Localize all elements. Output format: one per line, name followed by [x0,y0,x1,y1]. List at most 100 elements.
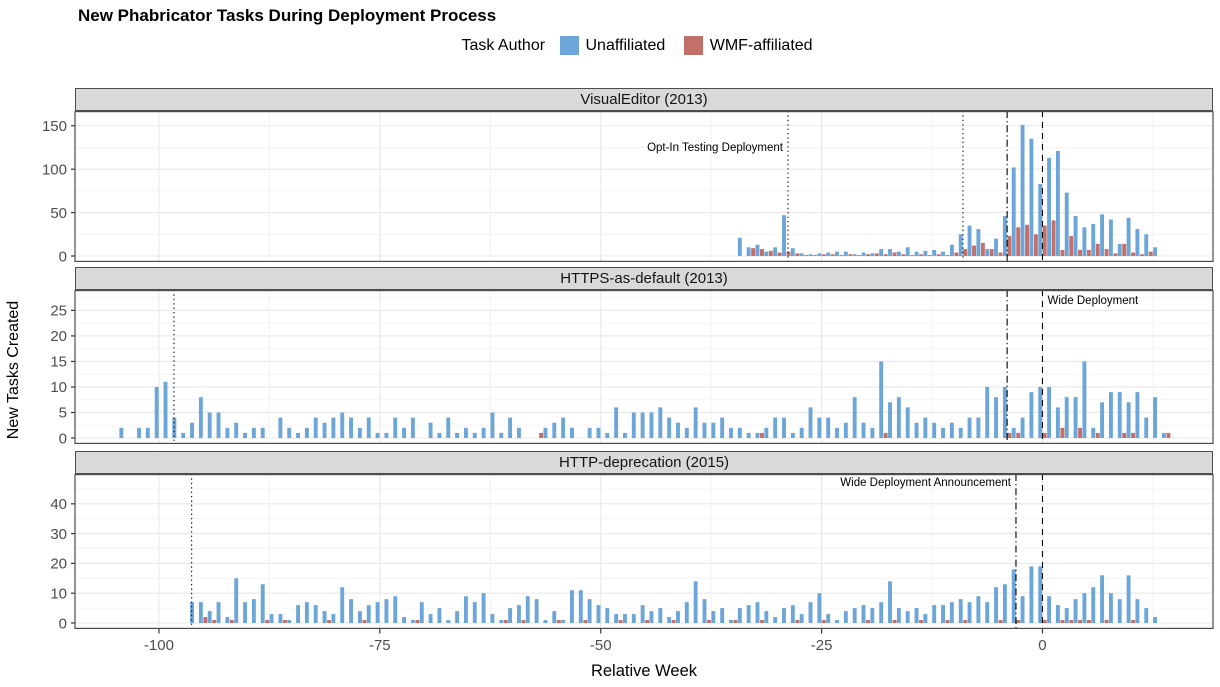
bar-wmf-affiliated [1166,433,1170,438]
bar-unaffiliated [667,617,671,623]
bar-unaffiliated [1100,575,1104,623]
legend: Task Author Unaffiliated WMF-affiliated [75,36,1213,55]
bar-unaffiliated [146,428,150,438]
bar-unaffiliated [685,602,689,623]
bar-unaffiliated [1127,218,1131,256]
bar-unaffiliated [879,602,883,623]
bar-unaffiliated [764,252,768,256]
bar-unaffiliated [1065,608,1069,623]
bar-wmf-affiliated [1060,620,1064,623]
bar-unaffiliated [508,418,512,438]
bar-unaffiliated [976,418,980,438]
legend-label-unaffiliated: Unaffiliated [586,37,666,55]
bar-unaffiliated [1021,125,1025,256]
y-tick-label: 0 [59,615,67,629]
bar-unaffiliated [278,418,282,438]
bar-unaffiliated [543,428,547,438]
bar-unaffiliated [358,428,362,438]
bar-unaffiliated [552,611,556,623]
bar-unaffiliated [782,608,786,623]
bar-unaffiliated [641,412,645,438]
bar-wmf-affiliated [583,620,587,623]
x-axis-title: Relative Week [591,662,698,680]
bar-unaffiliated [1109,593,1113,623]
bar-wmf-affiliated [1069,236,1073,256]
bar-unaffiliated [1144,418,1148,438]
bar-unaffiliated [1047,158,1051,256]
bar-unaffiliated [950,245,954,256]
bar-unaffiliated [685,428,689,438]
bar-unaffiliated [817,253,821,256]
bar-unaffiliated [261,428,265,438]
bar-wmf-affiliated [1078,250,1082,256]
y-tick-label: 20 [50,556,67,573]
bar-unaffiliated [950,602,954,623]
bar-unaffiliated [791,248,795,256]
bar-wmf-affiliated [1131,253,1135,256]
bar-unaffiliated [853,254,857,256]
bar-unaffiliated [499,620,503,623]
facet-strip-http-deprecation: HTTP-deprecation (2015) [75,451,1213,474]
y-tick-label: 0 [59,430,67,444]
bar-wmf-affiliated [1096,244,1100,256]
bar-unaffiliated [411,418,415,438]
bar-unaffiliated [1029,566,1033,623]
bar-unaffiliated [985,387,989,438]
bar-unaffiliated [941,252,945,256]
bar-unaffiliated [464,596,468,623]
bar-unaffiliated [1065,193,1069,256]
bar-unaffiliated [1003,584,1007,623]
bar-wmf-affiliated [946,255,950,256]
bar-unaffiliated [994,239,998,256]
bar-unaffiliated [199,397,203,438]
bar-wmf-affiliated [875,253,879,256]
bar-unaffiliated [844,611,848,623]
bar-unaffiliated [897,252,901,256]
y-tick-label: 30 [50,526,67,543]
bar-unaffiliated [217,412,221,438]
bar-unaffiliated [1091,428,1095,438]
bar-wmf-affiliated [265,620,269,623]
bar-unaffiliated [641,605,645,623]
bar-unaffiliated [817,418,821,438]
bar-unaffiliated [1074,216,1078,256]
bar-unaffiliated [155,387,159,438]
bar-unaffiliated [968,418,972,438]
bar-unaffiliated [252,428,256,438]
bar-wmf-affiliated [760,249,764,256]
bar-unaffiliated [773,617,777,623]
bar-unaffiliated [711,423,715,438]
bar-wmf-affiliated [866,620,870,623]
bar-unaffiliated [632,614,636,623]
bar-wmf-affiliated [230,620,234,623]
bar-unaffiliated [1118,244,1122,256]
x-tick-label: -100 [144,637,174,654]
bar-unaffiliated [367,418,371,438]
bar-unaffiliated [1091,587,1095,623]
bar-unaffiliated [1153,617,1157,623]
event-annotation: Opt-In Testing Deployment [647,142,784,154]
bar-unaffiliated [234,578,238,623]
bar-unaffiliated [137,428,141,438]
bar-unaffiliated [809,254,813,256]
bar-unaffiliated [756,245,760,256]
bar-unaffiliated [826,253,830,256]
bar-unaffiliated [1100,402,1104,438]
bar-wmf-affiliated [1105,249,1109,256]
bar-unaffiliated [367,605,371,623]
bar-unaffiliated [499,433,503,438]
bar-unaffiliated [773,247,777,256]
bar-wmf-affiliated [283,620,287,623]
chart-root: New Phabricator Tasks During Deployment … [0,0,1220,687]
bars [190,566,1157,623]
bar-unaffiliated [411,620,415,623]
bar-unaffiliated [1074,599,1078,623]
bar-unaffiliated [711,611,715,623]
bar-unaffiliated [270,614,274,623]
bar-wmf-affiliated [521,620,525,623]
bar-unaffiliated [190,423,194,438]
bar-wmf-affiliated [813,255,817,256]
bar-unaffiliated [1100,214,1104,256]
bar-unaffiliated [234,423,238,438]
bar-unaffiliated [1074,397,1078,438]
